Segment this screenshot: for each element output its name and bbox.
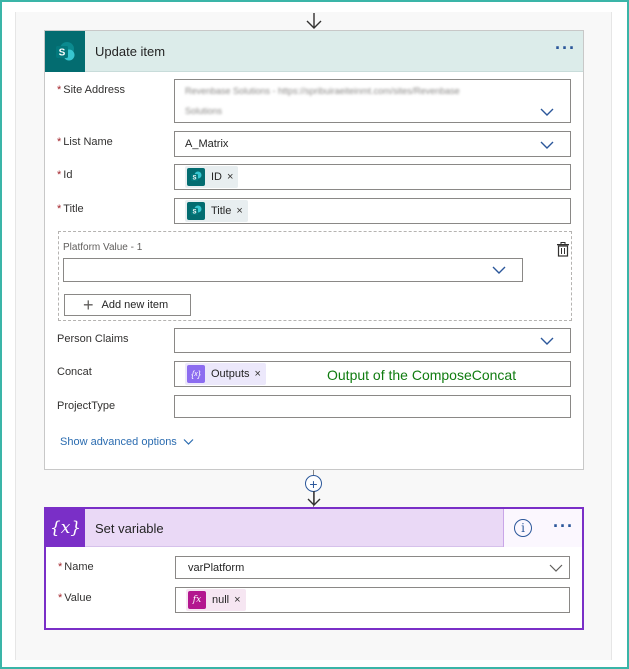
id-label-text: Id (63, 169, 73, 181)
title-label-text: Title (63, 203, 84, 215)
remove-token-button[interactable]: × (227, 171, 233, 183)
remove-token-button[interactable]: × (255, 368, 261, 380)
null-token-label: null (212, 594, 230, 606)
chevron-down-icon (549, 564, 563, 572)
info-icon[interactable]: i (514, 519, 532, 537)
outputs-token-label: Outputs (211, 368, 250, 380)
chevron-down-icon (183, 439, 194, 445)
list-name-label-text: List Name (63, 136, 113, 148)
update-item-title: Update item (95, 44, 166, 59)
variable-name-value: varPlatform (188, 562, 245, 574)
name-label-text: Name (64, 561, 94, 573)
sharepoint-icon: S (187, 202, 205, 220)
value-label-text: Value (64, 592, 92, 604)
show-advanced-options-link[interactable]: Show advanced options (60, 436, 194, 448)
variable-icon: {x} (46, 509, 85, 547)
set-variable-title: Set variable (95, 521, 164, 536)
list-name-label: * List Name (57, 136, 113, 148)
svg-text:S: S (59, 47, 66, 58)
id-label: * Id (57, 169, 72, 181)
update-item-header[interactable]: S Update item ··· (45, 31, 583, 72)
variable-name-dropdown[interactable]: varPlatform (175, 556, 570, 579)
title-input[interactable]: S Title × (174, 198, 571, 224)
title-token[interactable]: S Title × (185, 200, 248, 222)
required-mark: * (58, 592, 63, 604)
svg-text:S: S (192, 210, 196, 216)
required-mark: * (57, 169, 62, 181)
chevron-down-icon (540, 141, 554, 149)
person-claims-label: Person Claims (57, 333, 129, 345)
project-type-input[interactable] (174, 395, 571, 418)
name-label: * Name (58, 561, 94, 573)
null-token[interactable]: fx null × (186, 589, 246, 611)
chevron-down-icon (492, 266, 506, 274)
platform-value-label: Platform Value - 1 (63, 242, 143, 253)
more-options-button[interactable]: ··· (553, 517, 574, 535)
required-mark: * (57, 84, 62, 96)
show-advanced-options-label: Show advanced options (60, 436, 177, 448)
site-address-value: Revenbase Solutions - https://spribuirae… (185, 86, 460, 96)
arrow-down-icon (306, 13, 322, 29)
compose-icon: {x} (187, 365, 205, 383)
sharepoint-icon: S (45, 31, 85, 72)
more-options-button[interactable]: ··· (555, 39, 576, 57)
site-address-label: * Site Address (57, 84, 125, 96)
title-label: * Title (57, 203, 84, 215)
person-claims-dropdown[interactable] (174, 328, 571, 353)
sharepoint-icon: S (187, 168, 205, 186)
set-variable-header[interactable]: {x} Set variable i ··· (46, 509, 582, 547)
annotation-text: Output of the ComposeConcat (327, 367, 517, 383)
id-token-label: ID (211, 171, 222, 183)
project-type-label: ProjectType (57, 400, 116, 412)
id-token[interactable]: S ID × (185, 166, 239, 188)
update-item-card: S Update item ··· * Site Address Revenbas… (44, 30, 584, 470)
required-mark: * (57, 136, 62, 148)
id-input[interactable]: S ID × (174, 164, 571, 190)
variable-value-input[interactable]: fx null × (175, 587, 570, 613)
list-name-value: A_Matrix (185, 138, 229, 150)
trash-icon[interactable] (556, 242, 570, 257)
list-name-dropdown[interactable]: A_Matrix (174, 131, 571, 157)
fx-icon: fx (188, 591, 206, 609)
required-mark: * (58, 561, 63, 573)
svg-text:S: S (192, 176, 196, 182)
required-mark: * (57, 203, 62, 215)
remove-token-button[interactable]: × (236, 205, 242, 217)
site-address-value-2: Solutions (185, 106, 223, 116)
plus-icon: + (83, 295, 94, 315)
add-new-item-button[interactable]: + Add new item (64, 294, 191, 316)
chevron-down-icon (540, 337, 554, 345)
platform-value-dropdown[interactable] (63, 258, 523, 282)
title-token-label: Title (211, 205, 232, 217)
site-address-label-text: Site Address (63, 84, 126, 96)
value-label: * Value (58, 592, 92, 604)
add-new-item-label: Add new item (101, 299, 169, 311)
platform-value-array: Platform Value - 1 + Add new item (58, 231, 572, 321)
arrow-down-icon (307, 491, 321, 506)
concat-label: Concat (57, 366, 92, 378)
site-address-dropdown[interactable]: Revenbase Solutions - https://spribuirae… (174, 79, 571, 123)
insert-step-button[interactable]: + (305, 475, 322, 492)
remove-token-button[interactable]: × (234, 594, 240, 606)
set-variable-card: {x} Set variable i ··· * Name varPlatform… (44, 507, 584, 630)
outputs-token[interactable]: {x} Outputs × (185, 363, 266, 385)
chevron-down-icon (540, 108, 554, 116)
